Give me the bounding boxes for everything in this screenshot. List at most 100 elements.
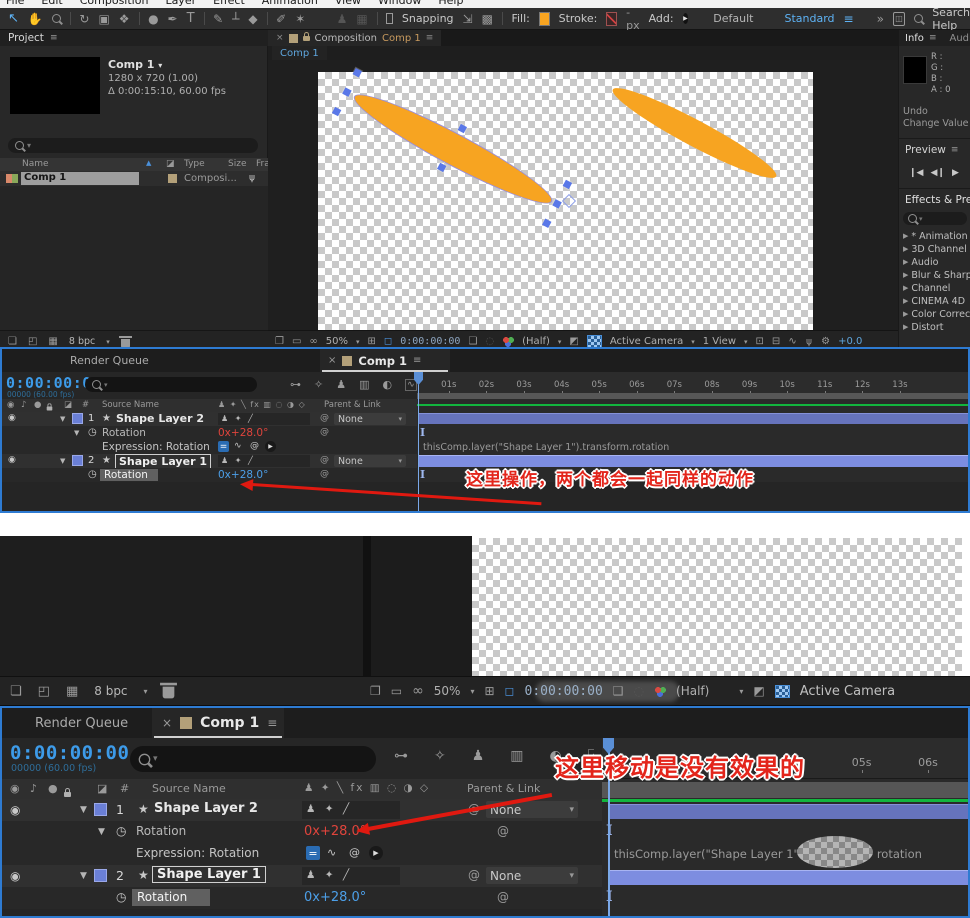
hide-shy-layers-icon[interactable]: ♟ xyxy=(472,748,485,764)
ruler-label[interactable]: 06s xyxy=(618,380,656,390)
search-help-icon[interactable] xyxy=(914,14,923,23)
hide-shy-layers-icon[interactable]: ♟ xyxy=(336,378,346,391)
expression-text[interactable]: thisComp.layer("Shape Layer 1").transfor… xyxy=(423,442,669,453)
rotation-label[interactable]: Rotation xyxy=(102,427,146,439)
draft-3d-icon[interactable]: ✧ xyxy=(434,748,446,764)
ruler-label[interactable]: 06s xyxy=(895,756,961,769)
rotation-tool-icon[interactable]: ↻ xyxy=(79,12,89,26)
snap-options-icon[interactable]: ⇲ xyxy=(463,12,473,26)
grid-guides-icon[interactable]: ⊞ xyxy=(368,336,376,347)
layer-bar-shape-layer-2[interactable] xyxy=(418,413,968,424)
magnification-value[interactable]: 50% xyxy=(434,684,461,698)
tab-composition[interactable]: × Composition Comp 1 ≡ xyxy=(268,30,441,46)
composition-mini-flowchart-icon[interactable]: ⊶ xyxy=(290,378,301,391)
panel-menu-icon[interactable]: ≡ xyxy=(426,33,434,43)
magnification-caret-icon[interactable]: ▾ xyxy=(356,338,360,346)
workspace-standard[interactable]: Standard xyxy=(784,12,834,25)
zoom-tool-icon[interactable] xyxy=(52,14,61,23)
exposure-value[interactable]: +0.0 xyxy=(838,336,862,347)
expression-language-menu-icon[interactable]: ▶ xyxy=(265,441,276,452)
sort-ascending-icon[interactable]: ▲ xyxy=(146,159,151,167)
rotation-label[interactable]: Rotation xyxy=(136,824,186,838)
menu-item[interactable]: Window xyxy=(378,0,421,7)
add-shape-icon[interactable]: ▶ xyxy=(683,13,689,24)
tab-info[interactable]: Info xyxy=(905,33,924,44)
tab-audio[interactable]: Audio xyxy=(949,33,970,44)
expression-enabled-icon[interactable]: = xyxy=(306,846,320,860)
stopwatch-icon[interactable]: ◷ xyxy=(116,890,126,904)
active-camera-value[interactable]: Active Camera xyxy=(610,336,683,347)
comp-thumbnail[interactable] xyxy=(10,57,100,114)
tab-render-queue[interactable]: Render Queue xyxy=(70,354,149,367)
solo-column-icon[interactable]: ● xyxy=(48,782,58,795)
layer-color-chip[interactable] xyxy=(94,803,107,816)
effects-category-row[interactable]: ▶3D Channel xyxy=(903,243,970,256)
timeline-search-input[interactable]: ▾ xyxy=(85,377,257,392)
close-tab-icon[interactable]: × xyxy=(162,716,172,730)
panel-menu-icon[interactable]: ≡ xyxy=(50,33,58,43)
eye-icon[interactable]: ◉ xyxy=(10,869,20,883)
flowchart-button-icon[interactable]: ⋔ xyxy=(805,336,813,347)
timeline-search-input[interactable]: ▾ xyxy=(130,746,376,772)
tab-preview[interactable]: Preview xyxy=(905,144,946,156)
video-column-icon[interactable]: ◉ xyxy=(10,782,20,795)
project-item-name[interactable]: Comp 1 xyxy=(21,172,139,185)
expand-arrow-icon[interactable]: ▶ xyxy=(903,269,908,282)
more-workspaces-chevron[interactable]: » xyxy=(877,12,884,26)
expand-arrow-icon[interactable]: ▼ xyxy=(80,805,87,815)
expand-arrow-icon[interactable]: ▶ xyxy=(903,321,908,334)
label-column-icon[interactable]: ◪ xyxy=(97,782,107,795)
ruler-label[interactable]: 01s xyxy=(430,380,468,390)
stroke-width-value[interactable]: - px xyxy=(626,6,640,32)
viewer-timecode[interactable]: 0:00:00:00 xyxy=(400,336,460,347)
snapshot-icon[interactable]: ❑ xyxy=(613,684,624,698)
close-tab-icon[interactable]: × xyxy=(328,355,336,366)
effects-category-row[interactable]: ▶Distort xyxy=(903,321,970,334)
region-of-interest-icon[interactable]: ◩ xyxy=(753,684,764,698)
project-comp-name[interactable]: Comp 1 ▾ xyxy=(108,58,162,71)
interpret-footage-icon[interactable]: ❏ xyxy=(10,684,22,699)
primary-viewer-icon[interactable]: ▭ xyxy=(292,336,301,347)
comp-flyout-icon[interactable]: ▾ xyxy=(158,61,162,70)
ruler-label[interactable]: 11s xyxy=(806,380,844,390)
timeline-button-icon[interactable]: ∿ xyxy=(788,336,796,347)
new-composition-icon[interactable]: ▦ xyxy=(48,336,57,347)
expression-pickwhip-icon[interactable]: @ xyxy=(250,441,259,451)
current-timecode[interactable]: 0:00:00:00 xyxy=(10,742,129,764)
bpc-caret-icon[interactable]: ▾ xyxy=(106,338,110,346)
snapping-label[interactable]: Snapping xyxy=(402,12,454,25)
selection-tool-icon[interactable]: ↖ xyxy=(8,11,19,26)
tab-composition-comp-name[interactable]: Comp 1 xyxy=(382,33,421,44)
show-channel-icon[interactable] xyxy=(654,686,666,697)
project-row-comp1[interactable]: Comp 1 Composi... ⋔ xyxy=(0,171,268,186)
project-bpc[interactable]: 8 bpc xyxy=(94,684,127,698)
menu-item[interactable]: Edit xyxy=(41,0,62,7)
tab-comp1-label[interactable]: Comp 1 xyxy=(358,354,407,368)
ruler-label[interactable]: 05s xyxy=(580,380,618,390)
pickwhip-icon[interactable]: @ xyxy=(497,890,509,904)
eye-icon[interactable]: ◉ xyxy=(8,455,16,465)
stopwatch-icon[interactable]: ◷ xyxy=(116,824,126,838)
add-label[interactable]: Add: xyxy=(649,12,674,25)
layer-color-chip[interactable] xyxy=(72,413,83,424)
tab-composition-label[interactable]: Composition xyxy=(315,33,377,44)
close-tab-icon[interactable]: × xyxy=(276,33,284,43)
expression-graph-icon[interactable]: ∿ xyxy=(234,441,242,451)
menu-item[interactable]: Effect xyxy=(213,0,245,7)
expand-arrow-icon[interactable]: ▶ xyxy=(903,243,908,256)
transparency-grid-icon[interactable] xyxy=(775,685,790,698)
always-preview-icon[interactable]: ❐ xyxy=(275,336,284,347)
ruler-label[interactable]: 02s xyxy=(468,380,506,390)
pickwhip-icon[interactable]: @ xyxy=(320,455,329,465)
resolution-caret-icon[interactable]: ▾ xyxy=(739,687,743,696)
number-column[interactable]: # xyxy=(120,782,129,795)
rotation-value-expression-driven[interactable]: 0x+28.0° xyxy=(218,427,268,439)
view-layout-value[interactable]: 1 View xyxy=(703,336,736,347)
magnification-caret-icon[interactable]: ▾ xyxy=(470,687,474,696)
motion-blur-icon[interactable]: ◐ xyxy=(383,378,393,391)
exposure-gear-icon[interactable]: ⚙ xyxy=(821,336,830,347)
stopwatch-icon[interactable]: ◷ xyxy=(88,427,97,438)
view-caret-icon[interactable]: ▾ xyxy=(744,338,748,346)
workspace-bar-icon[interactable]: ◫ xyxy=(893,12,905,26)
resolution-value[interactable]: (Half) xyxy=(676,684,709,698)
